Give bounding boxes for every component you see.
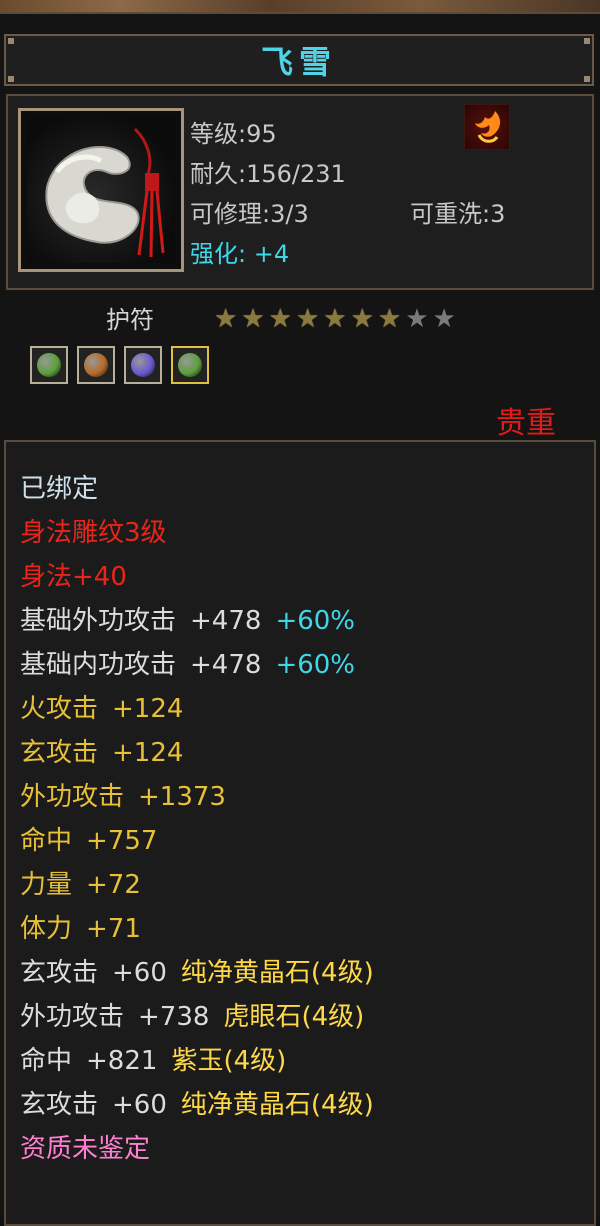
stat-label: 玄攻击	[20, 1090, 99, 1120]
gem-bonus-row: 玄攻击 +60 纯净黄晶石(4级)	[20, 1090, 374, 1120]
stat-label: 体力	[20, 914, 73, 944]
stat-value: +60	[112, 958, 167, 988]
stat-value: +478	[190, 650, 262, 680]
stat-label: 命中	[20, 1046, 73, 1076]
gem-socket[interactable]	[124, 346, 162, 384]
purple-gem-icon	[131, 353, 155, 377]
gem-socket[interactable]	[30, 346, 68, 384]
stat-value: +757	[86, 826, 158, 856]
external-attack-row: 外功攻击 +1373	[20, 782, 226, 812]
amulet-image	[27, 117, 175, 263]
rewash-stat: 可重洗:3	[410, 200, 506, 228]
stat-label: 基础内功攻击	[20, 650, 177, 680]
engrave-name: 身法雕纹3级	[20, 518, 167, 548]
star-filled-icon: ★	[268, 304, 292, 334]
stat-label: 玄攻击	[20, 958, 99, 988]
base-external-attack-row: 基础外功攻击 +478 +60%	[20, 606, 355, 636]
star-filled-icon: ★	[377, 304, 402, 334]
stat-value: +124	[112, 694, 184, 724]
stat-value: +478	[190, 606, 262, 636]
stat-value: +72	[86, 870, 141, 900]
green-gem-icon	[178, 353, 202, 377]
level-stat: 等级:95	[190, 120, 277, 148]
title-bar: 飞雪	[4, 34, 594, 86]
item-properties: 已绑定 身法雕纹3级 身法+40 基础外功攻击 +478 +60% 基础内功攻击 +4…	[4, 440, 596, 1226]
fire-attack-row: 火攻击 +124	[20, 694, 183, 724]
item-name: 飞雪	[260, 43, 337, 81]
base-internal-attack-row: 基础内功攻击 +478 +60%	[20, 650, 355, 680]
corner-ornament	[8, 38, 14, 44]
stat-label: 外功攻击	[20, 782, 125, 812]
star-filled-icon: ★	[295, 304, 320, 334]
xuan-attack-row: 玄攻击 +124	[20, 738, 183, 768]
stat-label: 玄攻击	[20, 738, 99, 768]
stat-label: 外功攻击	[20, 1002, 125, 1032]
item-info-box: 等级:95 耐久:156/231 可修理:3/3 可重洗:3 强化: +4	[6, 94, 594, 290]
star-rating: ★ ★ ★ ★ ★ ★ ★ ★ ★	[214, 306, 456, 332]
gem-name: 虎眼石(4级)	[223, 1002, 365, 1032]
corner-ornament	[8, 76, 14, 82]
star-empty-icon: ★	[432, 304, 456, 334]
quality-status: 资质未鉴定	[20, 1134, 151, 1164]
green-gem-icon	[37, 353, 61, 377]
corner-ornament	[584, 76, 590, 82]
stat-value: +1373	[138, 782, 226, 812]
stat-value: +738	[138, 1002, 210, 1032]
enhance-stat: 强化: +4	[190, 240, 290, 268]
stat-label: 力量	[20, 870, 73, 900]
gem-socket[interactable]	[171, 346, 209, 384]
amber-gem-icon	[84, 353, 108, 377]
star-filled-icon: ★	[350, 304, 374, 334]
star-filled-icon: ★	[323, 304, 347, 334]
stat-label: 火攻击	[20, 694, 99, 724]
engrave-value: 身法+40	[20, 562, 127, 592]
stat-percent: +60%	[275, 650, 356, 680]
rarity-label: 贵重	[496, 406, 556, 441]
stat-value: +821	[86, 1046, 158, 1076]
star-filled-icon: ★	[241, 304, 265, 334]
corner-ornament	[584, 38, 590, 44]
stat-label: 基础外功攻击	[20, 606, 177, 636]
repair-stat: 可修理:3/3	[190, 200, 309, 228]
gem-name: 紫玉(4级)	[171, 1046, 287, 1076]
gem-name: 纯净黄晶石(4级)	[180, 958, 374, 988]
star-empty-icon: ★	[405, 304, 429, 334]
stat-value: +71	[86, 914, 141, 944]
vitality-row: 体力 +71	[20, 914, 141, 944]
star-filled-icon: ★	[214, 304, 238, 334]
gem-bonus-row: 命中 +821 紫玉(4级)	[20, 1046, 286, 1076]
gem-socket[interactable]	[77, 346, 115, 384]
gem-name: 纯净黄晶石(4级)	[180, 1090, 374, 1120]
stat-value: +60	[112, 1090, 167, 1120]
item-tooltip: 飞雪 等级:95 耐久:156/231 可修理:3/3 可重洗:3 强化: +4	[0, 12, 600, 1226]
strength-row: 力量 +72	[20, 870, 141, 900]
gem-bonus-row: 玄攻击 +60 纯净黄晶石(4级)	[20, 958, 374, 988]
stat-value: +124	[112, 738, 184, 768]
bound-status: 已绑定	[20, 474, 99, 504]
item-type: 护符	[106, 306, 154, 334]
fire-element-icon	[464, 104, 510, 150]
stat-percent: +60%	[275, 606, 356, 636]
durability-stat: 耐久:156/231	[190, 160, 346, 188]
gem-sockets	[30, 346, 209, 384]
item-portrait	[18, 108, 184, 272]
hit-row: 命中 +757	[20, 826, 157, 856]
gem-bonus-row: 外功攻击 +738 虎眼石(4级)	[20, 1002, 364, 1032]
stat-label: 命中	[20, 826, 73, 856]
